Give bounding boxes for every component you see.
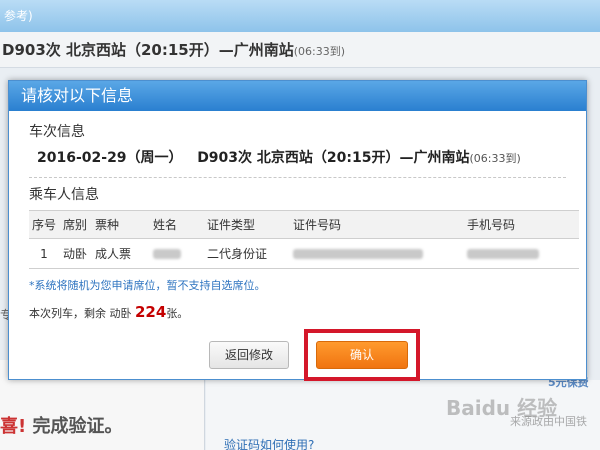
- dialog-title: 请核对以下信息: [9, 81, 586, 111]
- table-header-row: 序号 席别 票种 姓名 证件类型 证件号码 手机号码: [29, 210, 579, 239]
- blurred-id-number: [293, 249, 423, 259]
- captcha-success-text: 喜! 完成验证。: [0, 412, 123, 438]
- blurred-name: [153, 249, 181, 259]
- col-header-phone: 手机号码: [463, 210, 579, 239]
- cell-name: [149, 238, 203, 269]
- confirm-order-dialog: 请核对以下信息 车次信息 2016-02-29（周一） D903次 北京西站（2…: [8, 80, 587, 381]
- background-train-arrive: (06:33到): [293, 45, 346, 58]
- col-header-seat: 席别: [59, 210, 91, 239]
- passenger-table: 序号 席别 票种 姓名 证件类型 证件号码 手机号码 1 动卧 成人票 二代身份…: [29, 210, 579, 269]
- baidu-watermark-sub: 来源政由中国铁: [510, 415, 587, 428]
- background-train-bar: D903次 北京西站（20:15开）—广州南站(06:33到): [0, 32, 600, 68]
- captcha-help-link[interactable]: 验证码如何使用?: [224, 436, 314, 450]
- col-header-name: 姓名: [149, 210, 203, 239]
- dialog-button-row: 返回修改 确认: [9, 329, 586, 389]
- cell-phone: [463, 238, 579, 269]
- train-arrive: (06:33到): [469, 152, 521, 165]
- back-modify-button[interactable]: 返回修改: [209, 341, 289, 369]
- cell-seat: 动卧: [59, 238, 91, 269]
- remaining-tickets: 本次列车，剩余 动卧 224张。: [29, 303, 566, 321]
- top-bar-text: 参考): [4, 9, 33, 23]
- col-header-id-type: 证件类型: [203, 210, 289, 239]
- blurred-phone: [467, 249, 539, 259]
- train-info: 2016-02-29（周一） D903次 北京西站（20:15开）—广州南站(0…: [37, 147, 566, 167]
- col-header-ticket-type: 票种: [91, 210, 149, 239]
- remaining-count: 224: [135, 303, 167, 321]
- train-route: D903次 北京西站（20:15开）—广州南站: [197, 150, 470, 166]
- cell-id-number: [289, 238, 463, 269]
- col-header-num: 序号: [29, 210, 59, 239]
- remaining-prefix: 本次列车，剩余 动卧: [29, 307, 132, 320]
- col-header-id-number: 证件号码: [289, 210, 463, 239]
- passenger-section-title: 乘车人信息: [29, 187, 99, 203]
- train-date: 2016-02-29（周一）: [37, 150, 183, 166]
- background-train-main: D903次 北京西站（20:15开）—广州南站: [2, 41, 294, 59]
- dialog-body: 车次信息 2016-02-29（周一） D903次 北京西站（20:15开）—广…: [9, 111, 586, 381]
- train-section-title: 车次信息: [29, 124, 85, 140]
- cell-id-type: 二代身份证: [203, 238, 289, 269]
- remaining-suffix: 张。: [166, 307, 189, 320]
- cell-ticket-type: 成人票: [91, 238, 149, 269]
- captcha-success-grey: 完成验证。: [32, 416, 123, 437]
- seat-allocation-note: *系统将随机为您申请席位，暂不支持自选席位。: [29, 279, 266, 292]
- confirm-highlight-frame: 确认: [304, 329, 420, 381]
- page-top-bar: 参考): [0, 0, 600, 32]
- table-row: 1 动卧 成人票 二代身份证: [29, 238, 579, 269]
- confirm-button[interactable]: 确认: [316, 341, 408, 369]
- captcha-success-red: 喜!: [0, 416, 27, 437]
- section-divider: [29, 177, 566, 178]
- cell-num: 1: [29, 238, 59, 269]
